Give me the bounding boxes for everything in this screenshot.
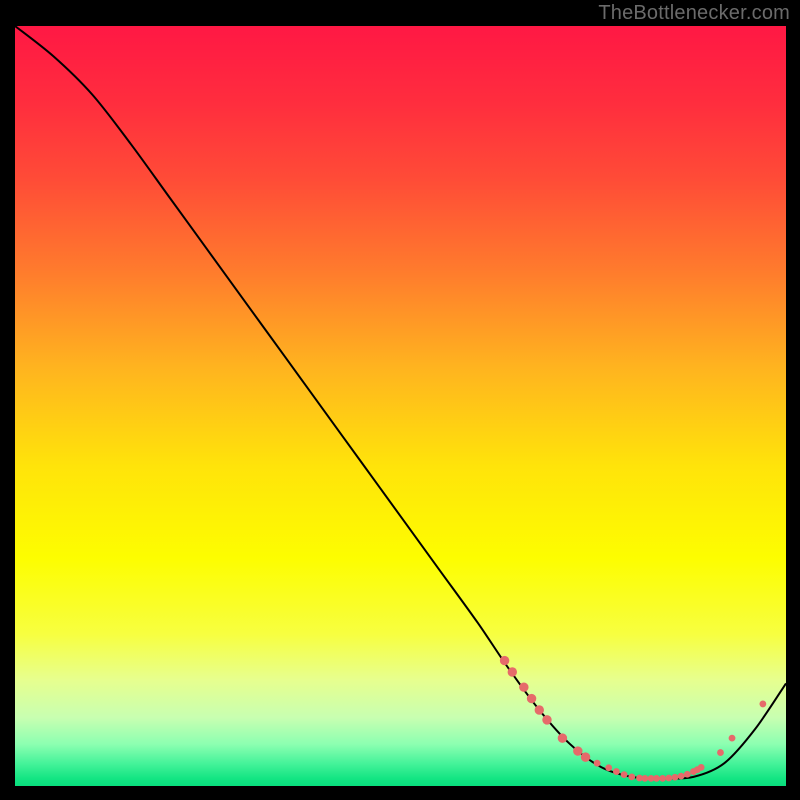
curve-marker [659, 775, 666, 782]
curve-marker [759, 701, 766, 708]
curve-marker [678, 773, 685, 780]
curve-marker [665, 775, 672, 782]
curve-marker [729, 735, 736, 742]
gradient-background [15, 26, 786, 786]
curve-marker [558, 733, 567, 742]
curve-marker [581, 752, 590, 761]
curve-marker [519, 683, 528, 692]
curve-marker [698, 764, 705, 771]
curve-marker [527, 694, 536, 703]
chart-stage: TheBottlenecker.com [0, 0, 800, 800]
curve-marker [594, 760, 601, 767]
curve-marker [605, 764, 612, 771]
curve-marker [672, 774, 679, 781]
curve-marker [613, 768, 620, 775]
curve-marker [684, 771, 691, 778]
curve-marker [573, 746, 582, 755]
curve-marker [642, 775, 649, 782]
curve-marker [500, 656, 509, 665]
curve-marker [621, 771, 628, 778]
curve-marker [542, 715, 551, 724]
curve-marker [628, 773, 635, 780]
curve-marker [535, 705, 544, 714]
curve-marker [508, 667, 517, 676]
curve-marker [653, 775, 660, 782]
bottleneck-curve-chart [0, 0, 800, 800]
curve-marker [717, 749, 724, 756]
